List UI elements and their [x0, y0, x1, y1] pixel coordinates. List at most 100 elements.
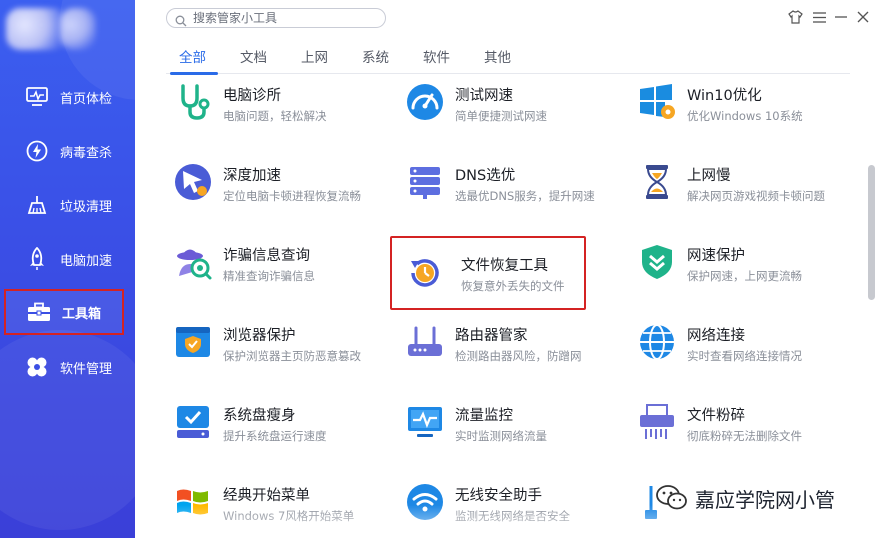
sidebar-item-home-check[interactable]: 首页体检 [4, 74, 124, 120]
tool-desc: 检测路由器风险，防蹭网 [455, 349, 582, 363]
tool-network-connections[interactable]: 网络连接 实时查看网络连接情况 [629, 312, 839, 372]
avatar[interactable] [6, 8, 68, 50]
menu-icon[interactable] [810, 8, 828, 26]
tool-desc: 保护浏览器主页防恶意篡改 [223, 349, 361, 363]
tab-other[interactable]: 其他 [484, 46, 511, 66]
watermark: 嘉应学院网小管 [655, 478, 835, 518]
tool-name: 电脑诊所 [223, 88, 281, 104]
category-tabs: 全部 文档 上网 系统 软件 其他 [166, 46, 850, 75]
sidebar-item-label: 首页体检 [60, 91, 113, 107]
tool-desc: 选最优DNS服务，提升网速 [455, 189, 595, 203]
tool-name: 经典开始菜单 [223, 488, 310, 504]
tool-traffic-monitor[interactable]: 流量监控 实时监测网络流量 [397, 392, 607, 452]
cursor-speed-icon [173, 162, 213, 202]
minimize-icon[interactable] [832, 8, 850, 26]
hourglass-icon [637, 162, 677, 202]
sidebar-item-label: 电脑加速 [60, 253, 113, 269]
search-input[interactable] [193, 11, 373, 25]
tool-name: 上网慢 [687, 168, 731, 184]
close-icon[interactable] [854, 8, 872, 26]
sidebar-item-label: 垃圾清理 [60, 199, 113, 215]
tool-wireless-security[interactable]: 无线安全助手 监测无线网络是否安全 [397, 472, 607, 532]
stethoscope-icon [173, 82, 213, 122]
tool-desc: 解决网页游戏视频卡顿问题 [687, 189, 825, 203]
globe-icon [637, 322, 677, 362]
watermark-text: 嘉应学院网小管 [695, 487, 835, 512]
speedometer-icon [405, 82, 445, 122]
sidebar-item-junk-clean[interactable]: 垃圾清理 [4, 182, 124, 228]
sidebar: 首页体检 病毒查杀 垃圾清理 电脑加速 工具箱 软件管理 [0, 0, 135, 538]
tool-name: 系统盘瘦身 [223, 408, 296, 424]
tool-desc: 实时查看网络连接情况 [687, 349, 802, 363]
tool-file-recovery[interactable]: 文件恢复工具 恢复意外丢失的文件 [390, 236, 586, 310]
tool-name: 文件恢复工具 [461, 258, 548, 274]
broom-icon [24, 192, 50, 218]
tool-browser-protect[interactable]: 浏览器保护 保护浏览器主页防恶意篡改 [165, 312, 375, 372]
tool-desc: 彻底粉碎无法删除文件 [687, 429, 802, 443]
browser-shield-icon [173, 322, 213, 362]
sidebar-item-label: 工具箱 [62, 306, 102, 322]
tool-desc: Windows 7风格开始菜单 [223, 509, 355, 523]
tool-win10-optimize[interactable]: Win10优化 优化Windows 10系统 [629, 72, 839, 132]
restore-clock-icon [405, 253, 445, 293]
tool-slow-internet[interactable]: 上网慢 解决网页游戏视频卡顿问题 [629, 152, 839, 212]
tool-desc: 优化Windows 10系统 [687, 109, 803, 123]
tool-desc: 定位电脑卡顿进程恢复流畅 [223, 189, 361, 203]
tool-name: 浏览器保护 [223, 328, 296, 344]
tool-name: 深度加速 [223, 168, 281, 184]
tool-speed-protect[interactable]: 网速保护 保护网速，上网更流畅 [629, 232, 839, 292]
sidebar-item-virus-scan[interactable]: 病毒查杀 [4, 128, 124, 174]
spy-search-icon [173, 242, 213, 282]
shield-chevron-icon [637, 242, 677, 282]
lightning-shield-icon [24, 138, 50, 164]
tab-documents[interactable]: 文档 [240, 46, 267, 66]
monitor-icon [24, 84, 50, 110]
shredder-icon [637, 402, 677, 442]
tool-file-shredder[interactable]: 文件粉碎 彻底粉碎无法删除文件 [629, 392, 839, 452]
tool-classic-start-menu[interactable]: 经典开始菜单 Windows 7风格开始菜单 [165, 472, 375, 532]
tool-system-disk-slim[interactable]: 系统盘瘦身 提升系统盘运行速度 [165, 392, 375, 452]
disk-check-icon [173, 402, 213, 442]
tool-name: 无线安全助手 [455, 488, 542, 504]
tab-all[interactable]: 全部 [179, 46, 206, 66]
skin-icon[interactable] [786, 8, 804, 26]
tab-system[interactable]: 系统 [362, 46, 389, 66]
tool-speed-test[interactable]: 测试网速 简单便捷测试网速 [397, 72, 607, 132]
tool-name: DNS选优 [455, 168, 516, 184]
tool-deep-speedup[interactable]: 深度加速 定位电脑卡顿进程恢复流畅 [165, 152, 375, 212]
sidebar-item-speed-up[interactable]: 电脑加速 [4, 236, 124, 282]
sidebar-item-software-manage[interactable]: 软件管理 [4, 344, 124, 390]
server-icon [405, 162, 445, 202]
tab-internet[interactable]: 上网 [301, 46, 328, 66]
sidebar-item-label: 病毒查杀 [60, 145, 113, 161]
wechat-logo-icon [655, 481, 689, 515]
scrollbar-thumb[interactable] [868, 165, 875, 300]
apps-icon [24, 354, 50, 380]
router-icon [405, 322, 445, 362]
search-box[interactable] [166, 8, 386, 28]
monitor-pulse-icon [405, 402, 445, 442]
tool-fraud-query[interactable]: 诈骗信息查询 精准查询诈骗信息 [165, 232, 375, 292]
sidebar-item-toolbox[interactable]: 工具箱 [4, 289, 124, 335]
windows-flag-icon [173, 482, 213, 522]
tool-name: Win10优化 [687, 88, 762, 104]
tool-desc: 简单便捷测试网速 [455, 109, 547, 123]
tool-name: 流量监控 [455, 408, 513, 424]
tool-desc: 保护网速，上网更流畅 [687, 269, 802, 283]
tool-desc: 实时监测网络流量 [455, 429, 547, 443]
tool-desc: 提升系统盘运行速度 [223, 429, 327, 443]
tool-desc: 精准查询诈骗信息 [223, 269, 315, 283]
tool-name: 诈骗信息查询 [223, 248, 310, 264]
tool-name: 路由器管家 [455, 328, 528, 344]
avatar-blur [60, 8, 96, 50]
toolbox-icon [26, 299, 52, 325]
rocket-icon [24, 246, 50, 272]
tab-software[interactable]: 软件 [423, 46, 450, 66]
tool-router-manager[interactable]: 路由器管家 检测路由器风险，防蹭网 [397, 312, 607, 372]
tool-name: 网络连接 [687, 328, 745, 344]
tool-desc: 电脑问题，轻松解决 [223, 109, 327, 123]
tool-pc-clinic[interactable]: 电脑诊所 电脑问题，轻松解决 [165, 72, 375, 132]
search-icon [175, 12, 187, 27]
tool-desc: 监测无线网络是否安全 [455, 509, 570, 523]
tool-dns-optimize[interactable]: DNS选优 选最优DNS服务，提升网速 [397, 152, 607, 212]
